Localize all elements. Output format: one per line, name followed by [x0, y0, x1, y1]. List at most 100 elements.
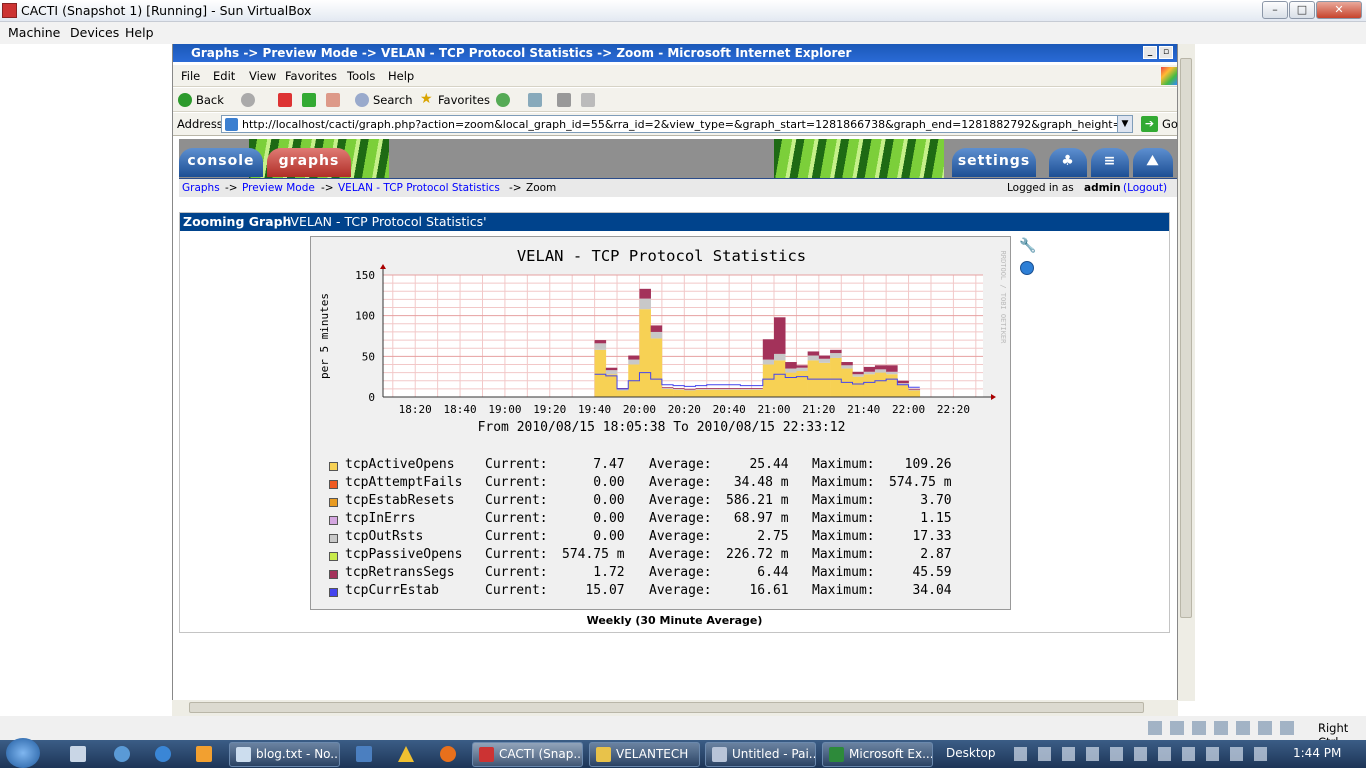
bar-segment	[661, 388, 674, 389]
legend-maximum-label: Maximum:	[812, 475, 875, 490]
favorites-button[interactable]: Favorites	[438, 93, 490, 107]
username: admin	[1084, 182, 1121, 194]
close-button[interactable]: ✕	[1316, 1, 1362, 19]
menu-help[interactable]: Help	[125, 25, 154, 40]
legend-current-value: 15.07	[562, 583, 625, 598]
breadcrumb-graphs[interactable]: Graphs	[182, 182, 220, 194]
y-tick-label: 150	[355, 269, 375, 282]
zoom-tool-icon[interactable]: 🔧	[1019, 238, 1036, 254]
legend-average-value: 226.72 m	[726, 547, 789, 562]
legend-average-label: Average:	[649, 529, 712, 544]
home-icon[interactable]	[326, 93, 340, 107]
tray-icons[interactable]	[1014, 747, 1274, 761]
firefox-icon[interactable]	[440, 746, 456, 762]
menu-edit[interactable]: Edit	[213, 69, 235, 83]
task-excel[interactable]: Microsoft Ex...	[822, 742, 933, 767]
bar-segment	[807, 355, 820, 361]
tab-graphs[interactable]: graphs	[267, 148, 351, 177]
address-input[interactable]: http://localhost/cacti/graph.php?action=…	[221, 115, 1133, 133]
menu-tools[interactable]: Tools	[347, 69, 375, 83]
preview-view-icon[interactable]: ⛰	[1133, 148, 1173, 177]
virtualbox-icon	[479, 747, 494, 762]
task-velantech[interactable]: VELANTECH	[589, 742, 700, 767]
breadcrumb-graph[interactable]: VELAN - TCP Protocol Statistics	[338, 182, 500, 194]
bar-segment	[695, 389, 708, 397]
menu-file[interactable]: File	[181, 69, 200, 83]
bar-segment	[818, 358, 831, 363]
scroll-thumb[interactable]	[1180, 58, 1192, 618]
back-button[interactable]: Back	[196, 93, 224, 107]
minimize-button[interactable]: –	[1262, 1, 1288, 19]
legend-average-value: 25.44	[726, 457, 789, 472]
list-view-icon[interactable]: ≡	[1091, 148, 1129, 177]
legend-series-name: tcpOutRsts	[345, 529, 424, 544]
menu-favorites[interactable]: Favorites	[285, 69, 337, 83]
bar-segment	[852, 371, 865, 375]
start-button[interactable]	[6, 738, 40, 768]
legend-current-label: Current:	[485, 457, 548, 472]
scroll-thumb-h[interactable]	[189, 702, 1144, 713]
favorites-star-icon[interactable]: ★	[420, 91, 433, 107]
bar-segment	[830, 349, 842, 354]
warning-icon[interactable]	[398, 746, 414, 762]
search-button[interactable]: Search	[373, 93, 413, 107]
menu-help-ie[interactable]: Help	[388, 69, 414, 83]
vertical-scrollbar[interactable]	[1178, 44, 1195, 701]
export-csv-icon[interactable]	[1020, 261, 1034, 275]
tab-console[interactable]: console	[179, 148, 263, 177]
quicklaunch-icon[interactable]	[114, 746, 130, 762]
logout-link[interactable]: (Logout)	[1123, 182, 1167, 194]
bar-segment	[774, 317, 786, 354]
bar-segment	[673, 388, 685, 390]
x-tick-label: 19:20	[533, 403, 566, 416]
breadcrumb-preview[interactable]: Preview Mode	[242, 182, 315, 194]
search-icon[interactable]	[355, 93, 369, 107]
task-notepad[interactable]: blog.txt - No...	[229, 742, 340, 767]
ie-maximize-button[interactable]: ▫	[1159, 46, 1173, 59]
ie-launch-icon[interactable]	[155, 746, 171, 762]
legend-current-label: Current:	[485, 493, 548, 508]
forward-arrow-icon[interactable]	[241, 93, 255, 107]
address-dropdown-icon[interactable]: ▼	[1117, 116, 1132, 132]
stop-icon[interactable]	[278, 93, 292, 107]
edit-page-icon[interactable]	[581, 93, 595, 107]
print-icon[interactable]	[557, 93, 571, 107]
rrd-graph[interactable]: VELAN - TCP Protocol Statistics 0 50 100 15…	[310, 236, 1011, 610]
media-player-icon[interactable]	[196, 746, 212, 762]
menu-devices[interactable]: Devices	[70, 25, 119, 40]
x-tick-label: 22:20	[937, 403, 970, 416]
history-icon[interactable]	[496, 93, 510, 107]
menu-view[interactable]: View	[249, 69, 276, 83]
x-tick-label: 20:20	[668, 403, 701, 416]
tree-view-icon[interactable]: ♣	[1049, 148, 1087, 177]
bar-segment	[751, 388, 764, 390]
refresh-icon[interactable]	[302, 93, 316, 107]
legend-maximum-label: Maximum:	[812, 583, 875, 598]
bar-segment	[886, 371, 898, 375]
desktop-toolbar[interactable]: Desktop	[946, 746, 996, 760]
task-cacti[interactable]: CACTI (Snap...	[472, 742, 583, 767]
tab-settings[interactable]: settings	[952, 148, 1036, 177]
x-axis-arrow	[991, 394, 996, 400]
clock[interactable]: 1:44 PM	[1293, 746, 1341, 760]
show-desktop-icon[interactable]	[70, 746, 86, 762]
x-tick-label: 22:00	[892, 403, 925, 416]
back-arrow-icon[interactable]	[178, 93, 192, 107]
go-arrow-icon[interactable]: ➔	[1141, 116, 1158, 132]
ie-address-bar: Address http://localhost/cacti/graph.php…	[173, 113, 1178, 136]
legend-maximum-label: Maximum:	[812, 493, 875, 508]
legend-swatch	[329, 516, 338, 525]
horizontal-scrollbar[interactable]	[172, 700, 1178, 716]
task-paint[interactable]: Untitled - Pai...	[705, 742, 816, 767]
network-app-icon[interactable]	[356, 746, 372, 762]
go-button[interactable]: Go	[1162, 117, 1178, 131]
maximize-button[interactable]: □	[1289, 1, 1315, 19]
legend-average-label: Average:	[649, 565, 712, 580]
menu-machine[interactable]: Machine	[8, 25, 60, 40]
x-tick-label: 19:40	[578, 403, 611, 416]
ie-minimize-button[interactable]: _	[1143, 46, 1157, 59]
mail-icon[interactable]	[528, 93, 542, 107]
bar-segment	[863, 371, 876, 375]
bar-segment	[774, 353, 786, 361]
bar-segment	[639, 298, 651, 310]
